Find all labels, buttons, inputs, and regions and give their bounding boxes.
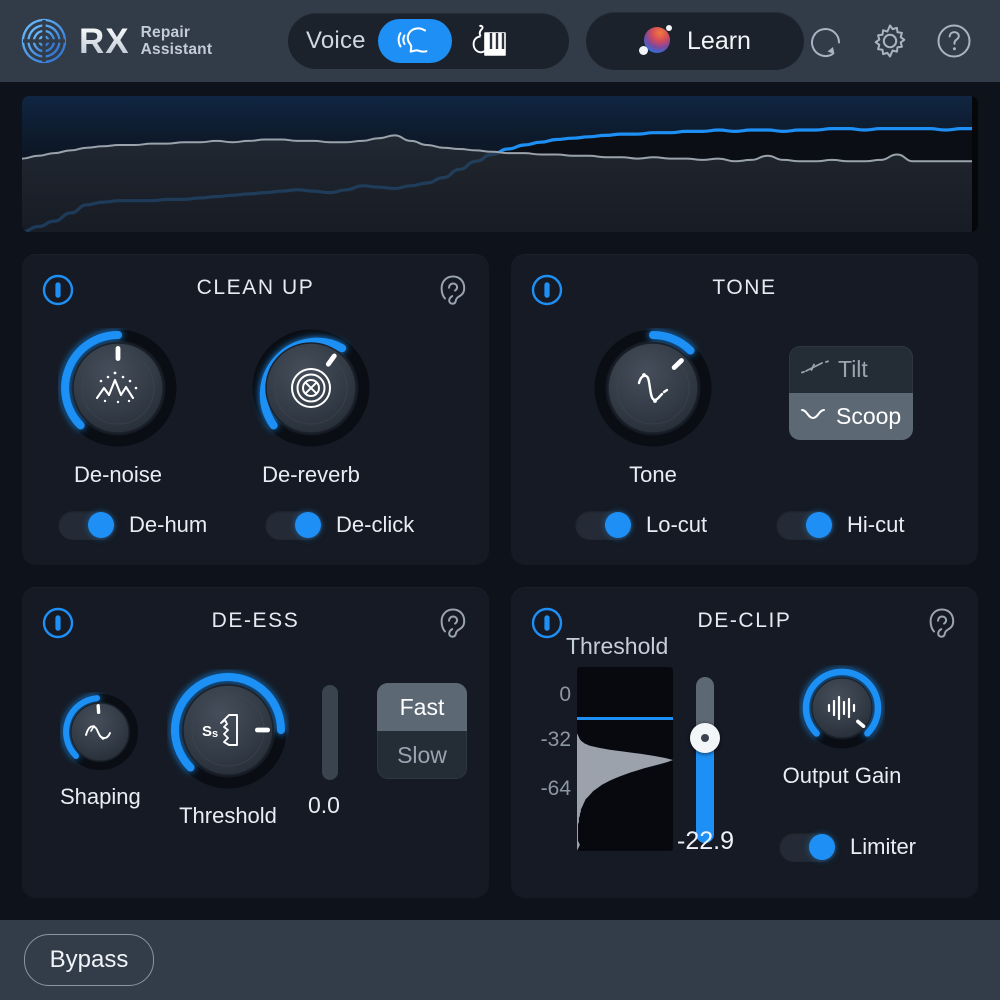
knob-label-output-gain: Output Gain — [762, 763, 922, 789]
knob-tone-group: Tone — [593, 328, 713, 488]
toggle-switch[interactable] — [779, 832, 837, 862]
knob-shaping[interactable] — [60, 692, 140, 772]
toggle-switch[interactable] — [58, 510, 116, 540]
de-ess-readout: 0.0 — [308, 792, 340, 819]
de-clip-threshold-slider[interactable] — [696, 677, 714, 843]
scoop-curve-icon — [799, 406, 827, 427]
source-mode-switch[interactable]: Voice — [288, 13, 569, 69]
de-clip-level-histogram — [577, 667, 673, 851]
de-clip-threshold-slider-handle[interactable] — [690, 723, 720, 753]
panel-title: CLEAN UP — [22, 276, 489, 300]
de-clip-threshold-label: Threshold — [566, 633, 668, 660]
toggle-limiter[interactable]: Limiter — [779, 832, 916, 862]
de-clip-scale-label-32: -32 — [517, 728, 571, 752]
panel-title: TONE — [511, 276, 978, 300]
knob-threshold-group: S s Threshold — [167, 669, 289, 829]
toggle-switch[interactable] — [265, 510, 323, 540]
knob-label-de-reverb: De-reverb — [251, 462, 371, 488]
brand-title: RX — [79, 24, 130, 59]
app-footer: Bypass — [0, 920, 1000, 1000]
toggle-label: De-click — [336, 512, 414, 538]
knob-shaping-group: Shaping — [60, 692, 140, 810]
module-grid: CLEAN UP — [0, 232, 1000, 920]
knob-label-tone: Tone — [593, 462, 713, 488]
brand: RX Repair Assistant — [20, 17, 212, 65]
de-ess-speed-selector[interactable]: Fast Slow — [377, 683, 467, 779]
de-ess-speed-option-label: Slow — [397, 742, 447, 769]
de-clip-threshold-line — [577, 717, 673, 720]
knob-output-gain[interactable] — [799, 665, 885, 751]
toggle-label: De-hum — [129, 512, 207, 538]
learn-label: Learn — [687, 27, 751, 56]
rx-concentric-rings-icon — [20, 17, 68, 65]
knob-output-gain-group: Output Gain — [799, 665, 922, 789]
knob-tone[interactable] — [593, 328, 713, 448]
toggle-label: Hi-cut — [847, 512, 904, 538]
toggle-label: Lo-cut — [646, 512, 707, 538]
tilt-line-icon — [801, 359, 829, 380]
de-ess-speed-option-label: Fast — [400, 694, 445, 721]
ear-listen-icon[interactable] — [926, 606, 958, 640]
tone-shape-option-label: Scoop — [836, 403, 901, 430]
de-ess-gain-reduction-meter — [322, 685, 338, 780]
gear-icon[interactable] — [866, 17, 914, 65]
knob-label-de-noise: De-noise — [58, 462, 178, 488]
knob-de-ess-threshold[interactable]: S s — [167, 669, 289, 791]
mode-instrument-button[interactable] — [452, 19, 526, 63]
bypass-button[interactable]: Bypass — [24, 934, 154, 986]
knob-de-noise-group: De-noise — [58, 328, 178, 488]
gradient-orb-icon — [639, 24, 673, 58]
tone-shape-option-label: Tilt — [838, 356, 868, 383]
tone-shape-option-scoop[interactable]: Scoop — [789, 393, 913, 440]
toggle-de-hum[interactable]: De-hum — [58, 510, 207, 540]
de-clip-scale-label-64: -64 — [517, 777, 571, 801]
header-icon-group — [802, 17, 978, 65]
circular-arrow-reset-icon[interactable] — [802, 17, 850, 65]
app-header: RX Repair Assistant Voice — [0, 0, 1000, 82]
de-clip-threshold-value: -22.9 — [677, 827, 734, 856]
toggle-label: Limiter — [850, 834, 916, 860]
de-ess-speed-option-fast[interactable]: Fast — [377, 683, 467, 731]
histogram-svg — [577, 667, 673, 851]
toggle-switch[interactable] — [776, 510, 834, 540]
ear-listen-icon[interactable] — [437, 606, 469, 640]
spectrum-svg — [22, 96, 978, 232]
toggle-hi-cut[interactable]: Hi-cut — [776, 510, 904, 540]
panel-tone: TONE — [511, 254, 978, 565]
panel-de-ess: DE-ESS — [22, 587, 489, 898]
de-ess-speed-option-slow[interactable]: Slow — [377, 731, 467, 779]
panel-title: DE-ESS — [22, 609, 489, 633]
rx-repair-assistant-window: RX Repair Assistant Voice — [0, 0, 1000, 1000]
brand-subtitle: Repair Assistant — [141, 24, 213, 59]
source-mode-label: Voice — [306, 27, 366, 55]
ear-listen-icon[interactable] — [437, 273, 469, 307]
spectrum-display[interactable] — [22, 96, 978, 232]
learn-button[interactable]: Learn — [586, 12, 804, 70]
toggle-de-click[interactable]: De-click — [265, 510, 414, 540]
knob-label-de-ess-threshold: Threshold — [167, 803, 289, 829]
panel-de-clip: DE-CLIP Threshold 0 -32 -64 — [511, 587, 978, 898]
knob-de-reverb-group: De-reverb — [251, 328, 371, 488]
toggle-lo-cut[interactable]: Lo-cut — [575, 510, 707, 540]
spectrum-curves — [22, 96, 978, 232]
knob-label-shaping: Shaping — [60, 784, 140, 810]
knob-de-noise[interactable] — [58, 328, 178, 448]
de-clip-scale-label-0: 0 — [527, 683, 571, 707]
question-mark-help-icon[interactable] — [930, 17, 978, 65]
panel-title: DE-CLIP — [511, 609, 978, 633]
knob-de-reverb[interactable] — [251, 328, 371, 448]
mode-voice-button[interactable] — [378, 19, 452, 63]
tone-shape-selector[interactable]: Tilt Scoop — [789, 346, 913, 440]
toggle-switch[interactable] — [575, 510, 633, 540]
panel-clean-up: CLEAN UP — [22, 254, 489, 565]
tone-shape-option-tilt[interactable]: Tilt — [789, 346, 913, 393]
